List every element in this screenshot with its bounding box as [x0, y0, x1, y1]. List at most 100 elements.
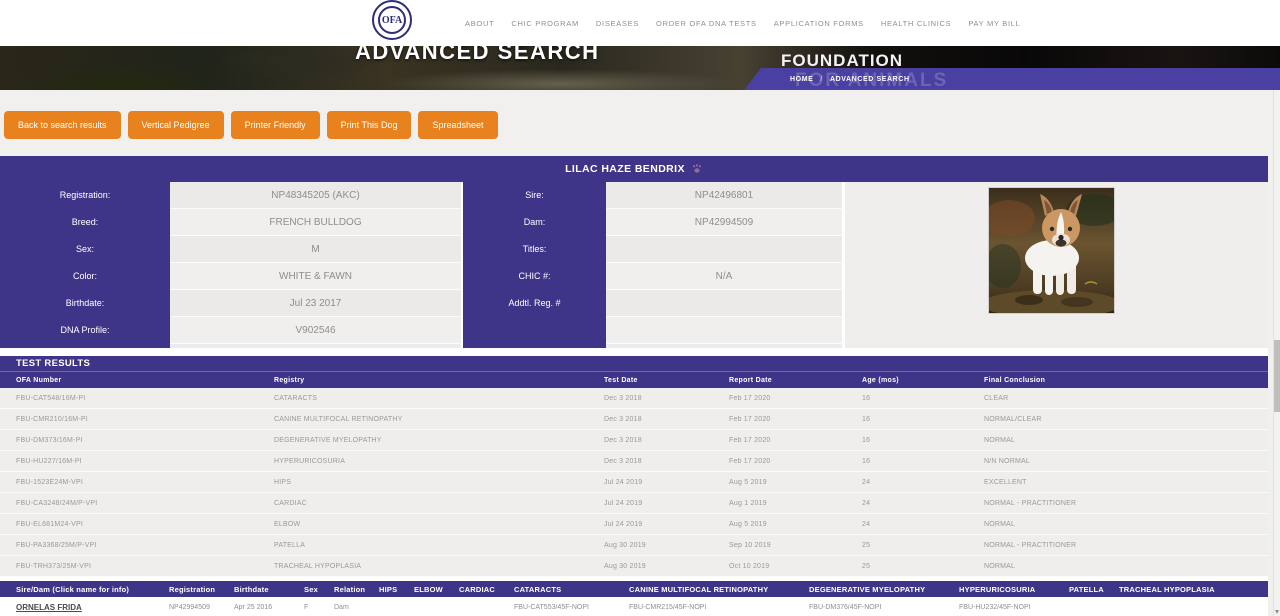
test-result-cell: 24 [862, 479, 984, 486]
page-root: OFA ABOUT CHIC PROGRAM DISEASES ORDER OFA D… [0, 0, 1280, 616]
vertical-pedigree-button[interactable]: Vertical Pedigree [128, 111, 224, 139]
test-result-cell: FBU-CA3248/24M/P-VPI [0, 500, 274, 507]
detail-label: Sire: [463, 182, 606, 209]
test-result-cell: FBU-EL681M24-VPI [0, 521, 274, 528]
test-result-row: FBU-1523E24M-VPIHIPSJul 24 2019Aug 5 201… [0, 472, 1268, 493]
nav-item-order-ofa-dna-tests[interactable]: ORDER OFA DNA TESTS [656, 19, 757, 28]
test-results-rows: FBU-CAT548/16M-PICATARACTSDec 3 2018Feb … [0, 388, 1268, 577]
relative-cell: FBU-HU232/45F-NOPI [959, 604, 1069, 611]
detail-value: FRENCH BULLDOG [170, 209, 461, 236]
test-result-cell: Aug 5 2019 [729, 479, 862, 486]
detail-label: Breed: [0, 209, 170, 236]
test-result-cell: CLEAR [984, 395, 1268, 402]
test-result-cell: Feb 17 2020 [729, 437, 862, 444]
test-result-row: FBU-DM373/16M-PIDEGENERATIVE MYELOPATHYD… [0, 430, 1268, 451]
test-result-cell: DEGENERATIVE MYELOPATHY [274, 437, 604, 444]
test-col-header: Test Date [604, 377, 729, 384]
nav-item-application-forms[interactable]: APPLICATION FORMS [774, 19, 864, 28]
dog-photo [988, 187, 1115, 314]
dog-record-card: LILAC HAZE BENDRIX Registration:Breed:Se… [0, 156, 1268, 616]
test-result-cell: CANINE MULTIFOCAL RETINOPATHY [274, 416, 604, 423]
relative-cell: Apr 25 2016 [234, 604, 304, 611]
test-result-row: FBU-CMR210/16M-PICANINE MULTIFOCAL RETIN… [0, 409, 1268, 430]
test-result-cell: Dec 3 2018 [604, 458, 729, 465]
details-left-values: NP48345205 (AKC)FRENCH BULLDOGMWHITE & F… [170, 182, 461, 348]
photo-panel [845, 182, 1268, 348]
paw-icon [691, 164, 703, 175]
detail-value: NP42496801 [606, 182, 842, 209]
test-col-header: Age (mos) [862, 377, 984, 384]
test-result-cell: N/N NORMAL [984, 458, 1268, 465]
test-result-cell: Feb 17 2020 [729, 416, 862, 423]
spreadsheet-button[interactable]: Spreadsheet [418, 111, 497, 139]
detail-label: DNA Profile: [0, 317, 170, 344]
detail-value: N/A [606, 263, 842, 290]
nav-item-pay-my-bill[interactable]: PAY MY BILL [968, 19, 1020, 28]
relative-row: ORNELAS FRIDANP42994509Apr 25 2016FDamFB… [0, 597, 1268, 616]
test-result-cell: Dec 3 2018 [604, 437, 729, 444]
detail-label: CHIC #: [463, 263, 606, 290]
test-result-cell: FBU-TRH373/25M-VPI [0, 563, 274, 570]
relative-col-header: DEGENERATIVE MYELOPATHY [809, 585, 959, 594]
test-col-header: Report Date [729, 377, 862, 384]
test-result-row: FBU-HU227/16M-PIHYPERURICOSURIADec 3 201… [0, 451, 1268, 472]
test-result-row: FBU-TRH373/25M-VPITRACHEAL HYPOPLASIAAug… [0, 556, 1268, 577]
nav-menu: ABOUT CHIC PROGRAM DISEASES ORDER OFA DNA T… [465, 0, 1021, 46]
test-result-cell: Aug 30 2019 [604, 563, 729, 570]
detail-label: Birthdate: [0, 290, 170, 317]
test-results-title: TEST RESULTS [0, 356, 1268, 372]
relative-cell: FBU-CMR215/45F-NOPI [629, 604, 809, 611]
test-result-cell: Jul 24 2019 [604, 521, 729, 528]
detail-label: Titles: [463, 236, 606, 263]
relative-col-header: Sire/Dam (Click name for info) [0, 585, 169, 594]
detail-label: Dam: [463, 209, 606, 236]
details-right-values: NP42496801NP42994509 N/A [606, 182, 842, 348]
test-result-cell: FBU-1523E24M-VPI [0, 479, 274, 486]
relative-col-header: CATARACTS [514, 585, 629, 594]
relative-col-header: HIPS [379, 585, 414, 594]
ofa-logo[interactable]: OFA [372, 0, 412, 40]
dog-details-section: Registration:Breed:Sex:Color:Birthdate:D… [0, 182, 1268, 348]
test-result-cell: FBU-CMR210/16M-PI [0, 416, 274, 423]
scrollbar-thumb[interactable] [1274, 340, 1280, 412]
test-result-cell: HIPS [274, 479, 604, 486]
relative-col-header: Registration [169, 585, 234, 594]
test-result-cell: CARDIAC [274, 500, 604, 507]
test-result-cell: PATELLA [274, 542, 604, 549]
relative-col-header: TRACHEAL HYPOPLASIA [1119, 585, 1268, 594]
test-result-cell: FBU-PA3368/25M/P-VPI [0, 542, 274, 549]
test-result-cell: Jul 24 2019 [604, 479, 729, 486]
test-result-cell: 24 [862, 500, 984, 507]
test-result-cell: Dec 3 2018 [604, 395, 729, 402]
scrollbar-down-arrow[interactable] [1275, 610, 1279, 614]
test-col-header: Final Conclusion [984, 377, 1268, 384]
nav-item-about[interactable]: ABOUT [465, 19, 494, 28]
relative-col-header: CANINE MULTIFOCAL RETINOPATHY [629, 585, 809, 594]
ofa-logo-text: OFA [378, 6, 406, 34]
test-result-cell: Sep 10 2019 [729, 542, 862, 549]
hero-banner: FOUNDATION FOR ANIMALS HOME / ADVANCED S… [0, 46, 1280, 90]
dog-name: LILAC HAZE BENDRIX [565, 163, 685, 175]
relative-name-link[interactable]: ORNELAS FRIDA [0, 603, 169, 612]
relative-cell: FBU-CAT553/45F-NOPI [514, 604, 629, 611]
details-left-labels: Registration:Breed:Sex:Color:Birthdate:D… [0, 182, 170, 348]
nav-item-chic-program[interactable]: CHIC PROGRAM [511, 19, 579, 28]
test-result-cell: Dec 3 2018 [604, 416, 729, 423]
detail-label: Color: [0, 263, 170, 290]
vertical-scrollbar[interactable] [1273, 90, 1280, 616]
nav-item-diseases[interactable]: DISEASES [596, 19, 639, 28]
print-this-dog-button[interactable]: Print This Dog [327, 111, 412, 139]
detail-value: M [170, 236, 461, 263]
test-result-cell: 16 [862, 416, 984, 423]
nav-item-health-clinics[interactable]: HEALTH CLINICS [881, 19, 952, 28]
test-result-cell: NORMAL [984, 563, 1268, 570]
printer-friendly-button[interactable]: Printer Friendly [231, 111, 320, 139]
test-result-cell: Oct 10 2019 [729, 563, 862, 570]
test-result-cell: 16 [862, 395, 984, 402]
back-to-search-results-button[interactable]: Back to search results [4, 111, 121, 139]
detail-value: V902546 [170, 317, 461, 344]
top-nav: OFA ABOUT CHIC PROGRAM DISEASES ORDER OFA D… [0, 0, 1280, 46]
relative-col-header: ELBOW [414, 585, 459, 594]
test-result-cell: Aug 1 2019 [729, 500, 862, 507]
detail-value: NP42994509 [606, 209, 842, 236]
